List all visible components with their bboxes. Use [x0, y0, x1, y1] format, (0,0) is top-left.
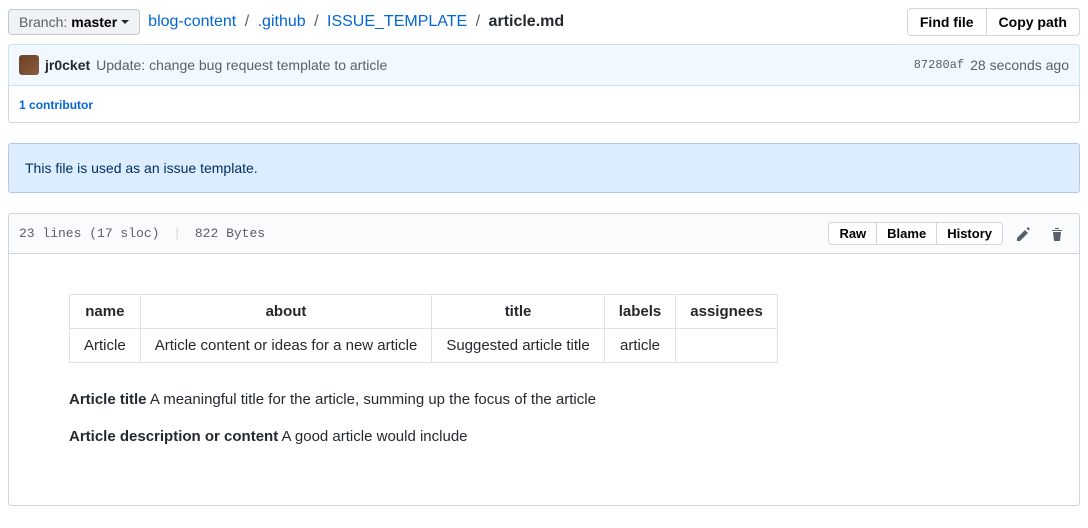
blame-button[interactable]: Blame: [876, 222, 937, 245]
file-content: name about title labels assignees Articl…: [8, 254, 1080, 506]
edit-icon[interactable]: [1011, 223, 1037, 245]
history-button[interactable]: History: [936, 222, 1003, 245]
th-title: title: [432, 295, 604, 329]
table-row: Article Article content or ideas for a n…: [70, 329, 778, 363]
commit-time: 28 seconds ago: [970, 57, 1069, 73]
caret-down-icon: [121, 20, 129, 24]
breadcrumb-part-1[interactable]: .github: [258, 13, 306, 30]
breadcrumb-current: article.md: [489, 13, 565, 30]
copy-path-button[interactable]: Copy path: [986, 8, 1080, 36]
branch-label: Branch:: [19, 14, 67, 30]
find-file-button[interactable]: Find file: [907, 8, 987, 36]
th-about: about: [140, 295, 432, 329]
th-labels: labels: [604, 295, 676, 329]
th-name: name: [70, 295, 141, 329]
breadcrumb-part-2[interactable]: ISSUE_TEMPLATE: [327, 13, 467, 30]
contributors: 1 contributor: [8, 86, 1080, 123]
avatar[interactable]: [19, 55, 39, 75]
contributors-link[interactable]: 1 contributor: [19, 98, 93, 112]
branch-selector[interactable]: Branch: master: [8, 9, 140, 35]
file-header: 23 lines (17 sloc) | 822 Bytes Raw Blame…: [8, 213, 1080, 254]
th-assignees: assignees: [676, 295, 778, 329]
branch-name: master: [71, 14, 117, 30]
file-bytes: 822 Bytes: [195, 226, 265, 241]
commit-author[interactable]: jr0cket: [45, 57, 90, 73]
article-title-section: Article title A meaningful title for the…: [69, 391, 1019, 408]
frontmatter-table: name about title labels assignees Articl…: [69, 294, 778, 363]
commit-message[interactable]: Update: change bug request template to a…: [96, 57, 387, 73]
commit-bar: jr0cket Update: change bug request templ…: [8, 44, 1080, 86]
breadcrumb: blog-content / .github / ISSUE_TEMPLATE …: [148, 13, 564, 31]
template-notice: This file is used as an issue template.: [8, 143, 1080, 193]
commit-sha[interactable]: 87280af: [914, 58, 964, 72]
breadcrumb-part-0[interactable]: blog-content: [148, 13, 236, 30]
trash-icon[interactable]: [1045, 223, 1069, 245]
article-desc-section: Article description or content A good ar…: [69, 428, 1019, 445]
file-lines: 23 lines (17 sloc): [19, 226, 159, 241]
raw-button[interactable]: Raw: [828, 222, 877, 245]
